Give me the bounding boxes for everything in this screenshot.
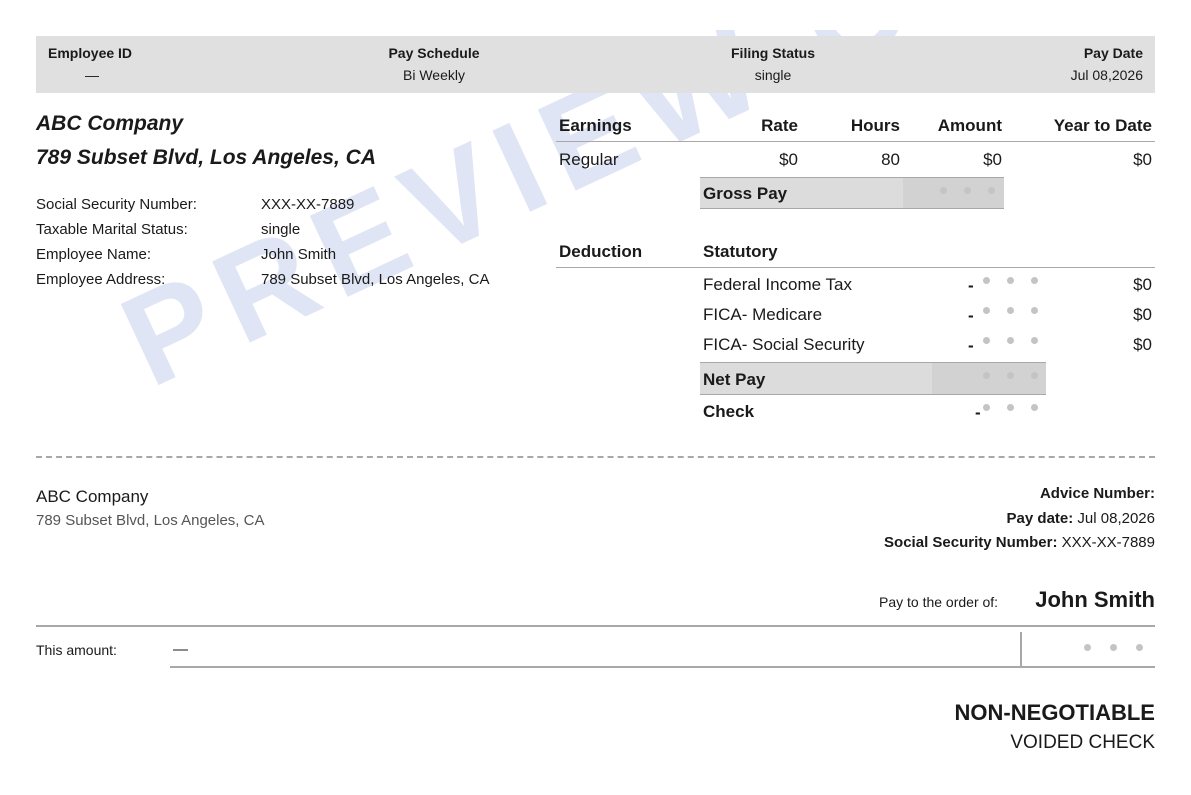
marital-status-value: single: [261, 221, 301, 238]
earning-amount: $0: [983, 150, 1002, 169]
filing-status-cell: Filing Status single: [723, 45, 823, 83]
marital-status-label: Taxable Marital Status:: [36, 221, 188, 238]
earning-name: Regular: [559, 150, 619, 169]
stub-pay-date-line: Pay date: Jul 08,2026: [1007, 510, 1155, 527]
check-sign: -: [975, 403, 981, 422]
social-security-sign: -: [968, 336, 974, 355]
gross-pay-masked-dots: [940, 187, 995, 194]
gross-pay-bar: Gross Pay: [700, 177, 1004, 209]
amount-divider: [1020, 632, 1022, 666]
federal-tax-ytd: $0: [1133, 275, 1152, 294]
advice-number-label: Advice Number:: [1039, 485, 1155, 502]
ytd-header: Year to Date: [1053, 116, 1152, 135]
earning-rate: $0: [779, 150, 798, 169]
employee-name-label: Employee Name:: [36, 246, 152, 263]
employee-id-cell: Employee ID —: [48, 45, 132, 83]
pay-header-bar: Employee ID — Pay Schedule Bi Weekly Fil…: [36, 36, 1155, 93]
stub-company-name: ABC Company: [36, 487, 149, 506]
pay-date-cell: Pay Date Jul 08,2026: [1071, 45, 1143, 83]
pay-to-label: Pay to the order of:: [879, 594, 999, 610]
payee-rule: [36, 625, 1155, 627]
filing-status-value: single: [754, 67, 792, 83]
social-security-ytd: $0: [1133, 335, 1152, 354]
pay-schedule-cell: Pay Schedule Bi Weekly: [384, 45, 484, 83]
employee-address-label: Employee Address:: [36, 271, 166, 288]
federal-tax-sign: -: [968, 276, 974, 295]
net-pay-bar: Net Pay: [700, 362, 1046, 395]
filing-status-label: Filing Status: [731, 45, 815, 61]
payee-name: John Smith: [1035, 587, 1155, 612]
check-amount-masked-dots: [1084, 644, 1143, 651]
stub-pay-date-label: Pay date:: [1006, 510, 1074, 527]
earning-ytd: $0: [1133, 150, 1152, 169]
medicare-masked-dots: [983, 307, 1038, 314]
gross-pay-label: Gross Pay: [703, 184, 788, 203]
statutory-header: Statutory: [703, 242, 778, 261]
net-pay-label: Net Pay: [703, 370, 766, 389]
voided-check-text: VOIDED CHECK: [1010, 732, 1155, 753]
social-security-label: FICA- Social Security: [703, 335, 865, 354]
employee-info-values: XXX-XX-7889 single John Smith 789 Subset…: [261, 192, 489, 292]
employee-name-value: John Smith: [261, 246, 337, 263]
amount-rule: [170, 666, 1155, 668]
company-name: ABC Company: [36, 112, 184, 135]
earning-hours: 80: [881, 150, 900, 169]
check-label: Check: [703, 402, 755, 421]
advice-number-line: Advice Number:: [1040, 485, 1155, 502]
tear-line: [36, 456, 1155, 458]
check-masked-dots: [983, 404, 1038, 411]
social-security-masked-dots: [983, 337, 1038, 344]
non-negotiable-text: NON-NEGOTIABLE: [954, 700, 1155, 725]
amount-label: This amount:: [36, 642, 117, 658]
federal-tax-masked-dots: [983, 277, 1038, 284]
stub-company-address: 789 Subset Blvd, Los Angeles, CA: [36, 512, 265, 529]
amount-header: Amount: [937, 116, 1002, 135]
pay-schedule-value: Bi Weekly: [403, 67, 465, 83]
stub-pay-date-value: Jul 08,2026: [1077, 510, 1155, 527]
ssn-label: Social Security Number:: [36, 196, 197, 213]
amount-words: —: [173, 641, 188, 658]
employee-address-value: 789 Subset Blvd, Los Angeles, CA: [261, 271, 490, 288]
pay-date-label: Pay Date: [1083, 45, 1143, 61]
stub-ssn-label: Social Security Number:: [884, 534, 1058, 551]
net-pay-masked-dots: [983, 372, 1038, 379]
employee-id-value: —: [85, 67, 99, 83]
ssn-value: XXX-XX-7889: [261, 196, 355, 213]
employee-info-labels: Social Security Number: Taxable Marital …: [36, 192, 197, 292]
pay-date-value: Jul 08,2026: [1070, 67, 1143, 83]
stub-ssn-value: XXX-XX-7889: [1061, 534, 1155, 551]
earnings-header: Earnings: [559, 116, 632, 135]
medicare-ytd: $0: [1133, 305, 1152, 324]
deduction-header-rule: [556, 267, 1155, 268]
employee-id-label: Employee ID: [48, 45, 133, 61]
earnings-header-rule: [556, 141, 1155, 142]
medicare-label: FICA- Medicare: [703, 305, 823, 324]
medicare-sign: -: [968, 306, 974, 325]
stub-ssn-line: Social Security Number: XXX-XX-7889: [884, 534, 1155, 551]
hours-header: Hours: [850, 116, 900, 135]
federal-tax-label: Federal Income Tax: [703, 275, 852, 294]
rate-header: Rate: [761, 116, 798, 135]
pay-schedule-label: Pay Schedule: [388, 45, 480, 61]
deduction-header: Deduction: [559, 242, 643, 261]
company-address: 789 Subset Blvd, Los Angeles, CA: [36, 146, 376, 169]
